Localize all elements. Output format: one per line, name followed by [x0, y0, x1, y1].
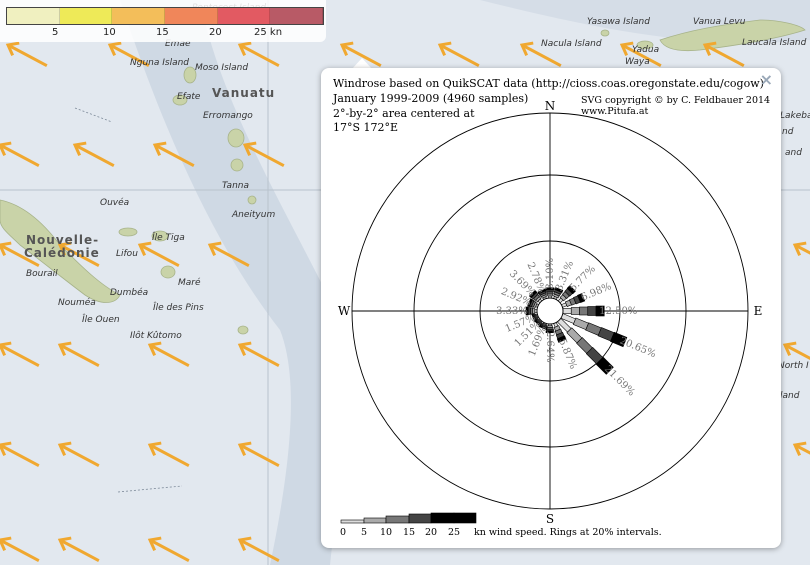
scale-bar	[385, 515, 410, 524]
legend-swatch	[59, 8, 113, 24]
scale-tick: 20	[425, 527, 437, 538]
place-label: Lakeba	[780, 111, 810, 121]
wind-speed-scale: 0 5 10 15 20 25	[340, 512, 477, 538]
legend-label-10: 10	[103, 27, 116, 38]
place-label: and	[785, 148, 802, 158]
place-label: Ilôt Kûtomo	[130, 330, 182, 341]
legend-label-15: 15	[156, 27, 169, 38]
windrose-calm-circle	[536, 297, 564, 325]
legend-swatch	[7, 8, 60, 24]
legend-swatch	[270, 8, 324, 24]
legend-label-5: 5	[52, 27, 59, 38]
scale-tick: 25	[448, 527, 460, 538]
scale-bar	[453, 512, 477, 524]
place-label: Efate	[177, 92, 201, 102]
percent-label: 12.50%	[599, 306, 637, 317]
place-label: Île Tiga	[152, 231, 185, 243]
place-label: Yasawa Island	[587, 17, 650, 27]
windrose-website: www.Pitufa.at	[581, 106, 649, 117]
windrose-center: 17°S 172°E	[333, 121, 398, 134]
place-label: Ouvéa	[100, 197, 129, 208]
scale-bar	[430, 512, 455, 524]
place-label: nd	[782, 127, 794, 137]
scale-tick: 0	[340, 527, 346, 538]
place-label: Moso Island	[195, 63, 248, 73]
place-label: North I	[778, 361, 809, 371]
place-label: Nouméa	[58, 297, 96, 308]
scale-bar	[363, 517, 387, 524]
place-label: Nguna Island	[130, 58, 189, 68]
place-label: land	[780, 391, 800, 401]
legend-swatch	[217, 8, 271, 24]
region-label: Vanuatu	[212, 86, 275, 100]
scale-tick: 10	[380, 527, 392, 538]
place-label: Maré	[178, 277, 201, 288]
windrose-percent-labels: 3.10%3.31%5.77%6.98%12.50%20.65%21.69%5.…	[496, 258, 657, 399]
windrose-popup: × Windrose based on QuikSCAT data (http:…	[321, 68, 781, 548]
place-label: Lifou	[116, 249, 138, 259]
cardinal-s: S	[546, 512, 554, 526]
close-icon[interactable]: ×	[760, 70, 773, 89]
scale-tick: 5	[361, 527, 367, 538]
place-label: Yadua	[632, 45, 659, 55]
region-label: Nouvelle-	[26, 233, 99, 247]
scale-tick: 15	[403, 527, 415, 538]
scale-caption: kn wind speed. Rings at 20% intervals.	[474, 527, 662, 538]
place-label: Île des Pins	[153, 301, 204, 313]
wind-speed-legend: 5 10 15 20 25 kn	[0, 0, 326, 42]
cardinal-e: E	[754, 304, 763, 318]
legend-color-bar	[6, 7, 324, 25]
windrose-title: Windrose based on QuikSCAT data (http://…	[333, 77, 764, 90]
percent-label: 5.87%	[556, 337, 578, 371]
windrose-period: January 1999-2009 (4960 samples)	[332, 92, 528, 105]
place-label: Aneityum	[231, 210, 275, 220]
windrose-area: 2°-by-2° area centered at	[333, 107, 475, 120]
cardinal-w: W	[338, 304, 351, 318]
windrose-bar	[562, 305, 605, 317]
windrose-copyright: SVG copyright © by C. Feldbauer 2014	[581, 95, 770, 106]
place-label: Bourail	[26, 269, 58, 279]
scale-bar	[408, 513, 432, 524]
windrose-chart: Windrose based on QuikSCAT data (http://…	[332, 77, 770, 538]
legend-label-25: 25 kn	[254, 27, 283, 38]
percent-label: 20.65%	[618, 335, 657, 360]
legend-swatch	[165, 8, 218, 24]
region-label: Calédonie	[24, 246, 100, 260]
percent-label: 3.33%	[496, 306, 528, 317]
legend-swatch	[112, 8, 166, 24]
place-label: Tanna	[222, 181, 249, 191]
place-label: Dumbéa	[110, 287, 148, 298]
place-label: Vanua Levu	[693, 17, 746, 27]
legend-label-20: 20	[209, 27, 222, 38]
place-label: Erromango	[203, 111, 253, 121]
place-label: Laucala Island	[742, 38, 807, 48]
place-label: Île Ouen	[82, 313, 120, 325]
place-label: Waya	[625, 57, 650, 67]
percent-label: 21.69%	[602, 364, 637, 399]
cardinal-n: N	[545, 99, 556, 113]
scale-bar	[340, 519, 365, 524]
place-label: Nacula Island	[541, 39, 602, 49]
